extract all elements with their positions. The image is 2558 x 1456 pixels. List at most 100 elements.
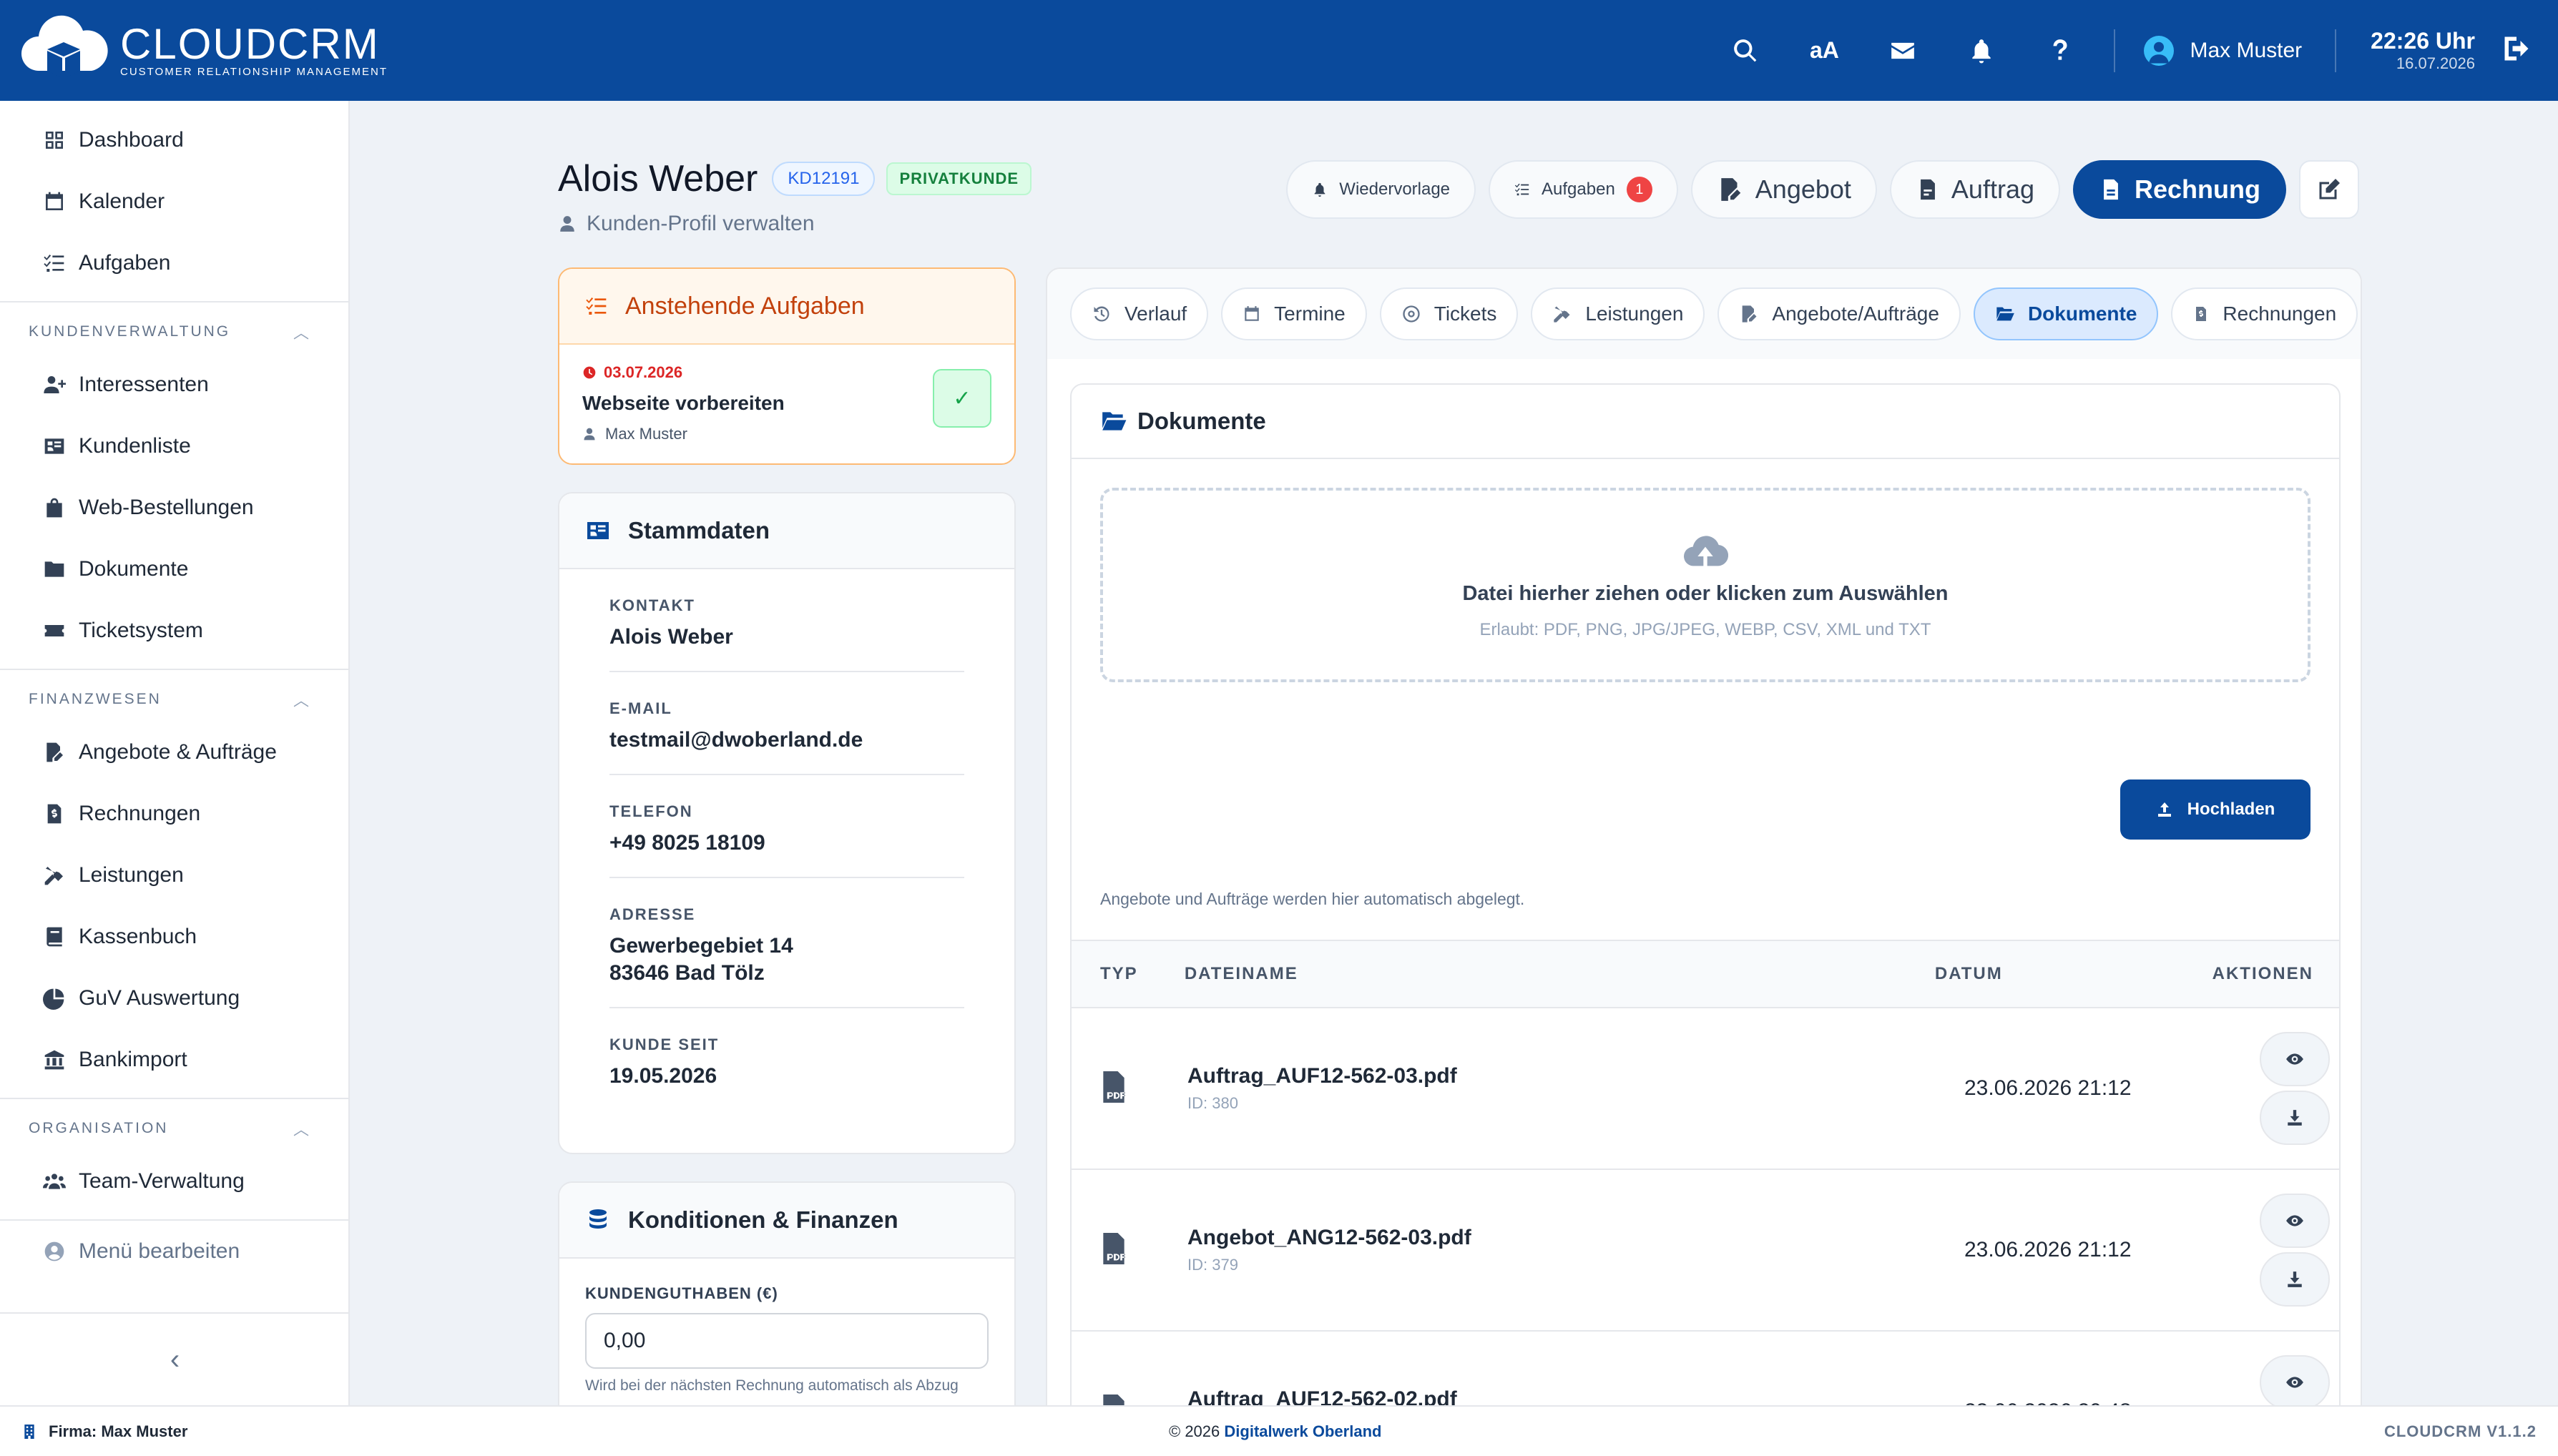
check-icon: ✓ [953, 386, 971, 410]
user-circle-icon [44, 1241, 64, 1261]
user-menu[interactable]: Max Muster [2144, 35, 2303, 66]
building-icon [24, 1424, 34, 1439]
sidebar-item-dokumente[interactable]: Dokumente [0, 538, 348, 600]
sidebar-item-web-bestellungen[interactable]: Web-Bestellungen [0, 477, 348, 538]
sidebar-item-kalender[interactable]: Kalender [0, 171, 348, 232]
file-signature-icon [46, 742, 63, 762]
sidebar-item-label: Interessenten [79, 373, 209, 396]
tab-rechnungen[interactable]: Rechnungen [2171, 287, 2358, 340]
section-organisation[interactable]: ORGANISATION ︿ [0, 1106, 348, 1151]
field-adresse: ADRESSE Gewerbegebiet 14 83646 Bad Tölz [609, 878, 964, 1008]
tab-label: Termine [1274, 302, 1346, 325]
sidebar-item-label: Kassenbuch [79, 925, 197, 948]
calendar-icon [46, 192, 63, 210]
edit-button[interactable] [2299, 160, 2359, 219]
documents-panel: Dokumente Datei hierher ziehen oder klic… [1070, 383, 2341, 1456]
guthaben-input[interactable]: 0,00 [585, 1313, 989, 1369]
file-name[interactable]: Angebot_ANG12-562-03.pdf [1187, 1226, 1964, 1250]
cloud-box-logo-icon [21, 15, 108, 78]
font-size-toggle[interactable]: aA [1785, 37, 1863, 64]
sidebar-item-angebote-auftraege[interactable]: Angebote & Aufträge [0, 722, 348, 783]
firma-label: Firma: Max Muster [49, 1422, 188, 1440]
guthaben-hint: Wird bei der nächsten Rechnung automatis… [585, 1377, 959, 1394]
search-icon[interactable] [1706, 37, 1785, 64]
tab-termine[interactable]: Termine [1221, 287, 1367, 340]
top-bar: CLOUDCRM CUSTOMER RELATIONSHIP MANAGEMEN… [0, 0, 2558, 101]
task-item[interactable]: 03.07.2026 Webseite vorbereiten Max Must… [559, 345, 1014, 462]
page-subtitle: Kunden-Profil verwalten [587, 212, 815, 235]
auftrag-button[interactable]: Auftrag [1889, 160, 2060, 219]
sidebar-item-interessenten[interactable]: Interessenten [0, 354, 348, 415]
sidebar-item-label: Dashboard [79, 128, 184, 152]
chevron-left-icon: ‹ [170, 1343, 180, 1375]
download-button[interactable] [2260, 1091, 2330, 1145]
copyright-text: © 2026 [1169, 1422, 1220, 1440]
sidebar-item-ticketsystem[interactable]: Ticketsystem [0, 600, 348, 661]
footer: Firma: Max Muster © 2026 Digitalwerk Obe… [0, 1405, 2558, 1456]
tab-tickets[interactable]: Tickets [1379, 287, 1519, 340]
field-value[interactable]: +49 8025 18109 [609, 830, 964, 857]
sidebar-item-kassenbuch[interactable]: Kassenbuch [0, 906, 348, 968]
company-link[interactable]: Digitalwerk Oberland [1224, 1422, 1381, 1440]
section-title: ORGANISATION [29, 1120, 169, 1136]
view-button[interactable] [2260, 1032, 2330, 1086]
sidebar-item-rechnungen[interactable]: Rechnungen [0, 783, 348, 845]
field-kontakt: KONTAKT Alois Weber [609, 569, 964, 672]
tasks-icon [1514, 183, 1529, 196]
sidebar-item-label: Ticketsystem [79, 619, 203, 642]
app-name: CLOUDCRM [120, 19, 380, 68]
app-logo[interactable]: CLOUDCRM CUSTOMER RELATIONSHIP MANAGEMEN… [17, 15, 388, 87]
tab-dokumente[interactable]: Dokumente [1973, 287, 2159, 340]
aufgaben-button[interactable]: Aufgaben 1 [1489, 160, 1678, 219]
tab-angebote-auftraege[interactable]: Angebote/Aufträge [1717, 287, 1961, 340]
logout-icon[interactable] [2501, 33, 2532, 68]
task-complete-button[interactable]: ✓ [933, 369, 991, 428]
mail-icon[interactable] [1863, 37, 1942, 64]
file-dropzone[interactable]: Datei hierher ziehen oder klicken zum Au… [1100, 488, 2310, 682]
section-finanzwesen[interactable]: FINANZWESEN ︿ [0, 677, 348, 722]
eye-icon [2286, 1377, 2303, 1388]
file-signature-icon [1721, 178, 1741, 201]
tools-icon [44, 867, 63, 885]
col-datum: DATUM [1934, 964, 2003, 983]
sidebar-item-aufgaben[interactable]: Aufgaben [0, 232, 348, 294]
help-icon[interactable] [2021, 37, 2099, 64]
upload-button[interactable]: Hochladen [2120, 779, 2310, 840]
bell-icon[interactable] [1942, 37, 2021, 64]
book-icon [46, 927, 62, 947]
field-value[interactable]: testmail@dwoberland.de [609, 727, 964, 754]
cloud-upload-icon [1684, 535, 1728, 566]
tab-leistungen[interactable]: Leistungen [1531, 287, 1705, 340]
sidebar-item-leistungen[interactable]: Leistungen [0, 845, 348, 906]
auftrag-label: Auftrag [1951, 174, 2034, 204]
download-button[interactable] [2260, 1252, 2330, 1307]
sidebar-item-guv[interactable]: GuV Auswertung [0, 968, 348, 1029]
col-aktionen: AKTIONEN [2212, 964, 2313, 983]
table-row: Auftrag_AUF12-562-03.pdf ID: 380 23.06.20… [1072, 1008, 2339, 1170]
rechnung-button[interactable]: Rechnung [2073, 160, 2286, 219]
view-button[interactable] [2260, 1194, 2330, 1248]
wiedervorlage-button[interactable]: Wiedervorlage [1286, 160, 1476, 219]
sidebar-collapse-button[interactable]: ‹ [0, 1312, 350, 1405]
view-button[interactable] [2260, 1355, 2330, 1410]
ticket-icon [44, 625, 64, 636]
upload-icon [2157, 802, 2171, 817]
sidebar-item-dashboard[interactable]: Dashboard [0, 109, 348, 171]
sidebar-item-bankimport[interactable]: Bankimport [0, 1029, 348, 1091]
documents-table: TYP DATEINAME DATUM AKTIONEN Auftrag_AUF… [1072, 940, 2339, 1456]
stammdaten-title: Stammdaten [628, 517, 770, 543]
file-date: 23.06.2026 21:12 [1964, 1076, 2132, 1100]
tab-label: Dokumente [2027, 302, 2137, 325]
sidebar-item-kundenliste[interactable]: Kundenliste [0, 415, 348, 477]
tab-verlauf[interactable]: Verlauf [1070, 287, 1209, 340]
menu-edit-button[interactable]: Menü bearbeiten [0, 1221, 348, 1282]
sidebar-item-team-verwaltung[interactable]: Team-Verwaltung [0, 1151, 348, 1212]
section-kundenverwaltung[interactable]: KUNDENVERWALTUNG ︿ [0, 310, 348, 354]
eye-icon [2286, 1215, 2303, 1226]
field-label: KONTAKT [609, 596, 695, 614]
angebot-button[interactable]: Angebot [1690, 160, 1877, 219]
file-name[interactable]: Auftrag_AUF12-562-03.pdf [1187, 1064, 1964, 1088]
user-name: Max Muster [2190, 38, 2303, 62]
history-icon [1094, 306, 1109, 322]
download-icon [2288, 1110, 2302, 1126]
